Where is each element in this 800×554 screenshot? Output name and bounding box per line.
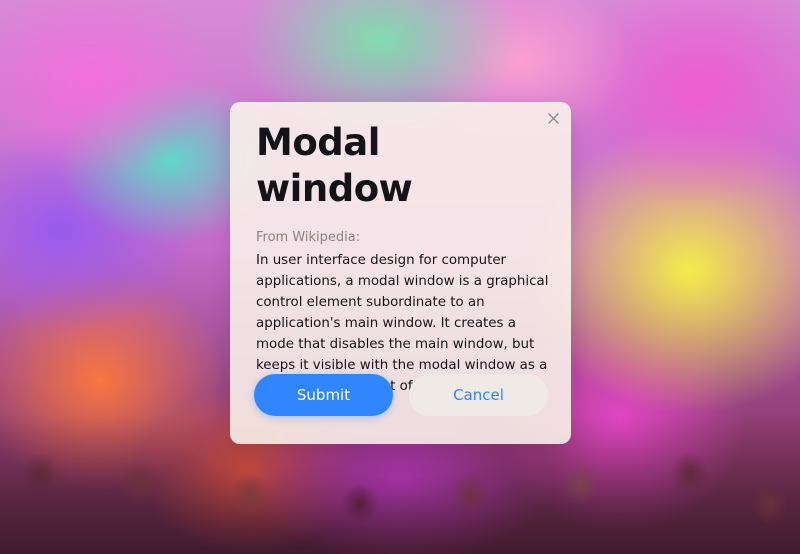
modal-window: Modal window From Wikipedia: In user int…	[230, 102, 571, 444]
close-icon	[547, 112, 559, 124]
modal-actions: Submit Cancel	[254, 374, 548, 416]
close-button[interactable]	[545, 110, 561, 126]
cancel-button[interactable]: Cancel	[409, 374, 548, 416]
modal-title: Modal window	[256, 121, 413, 210]
submit-button[interactable]: Submit	[254, 374, 393, 416]
source-label: From Wikipedia:	[256, 230, 361, 245]
